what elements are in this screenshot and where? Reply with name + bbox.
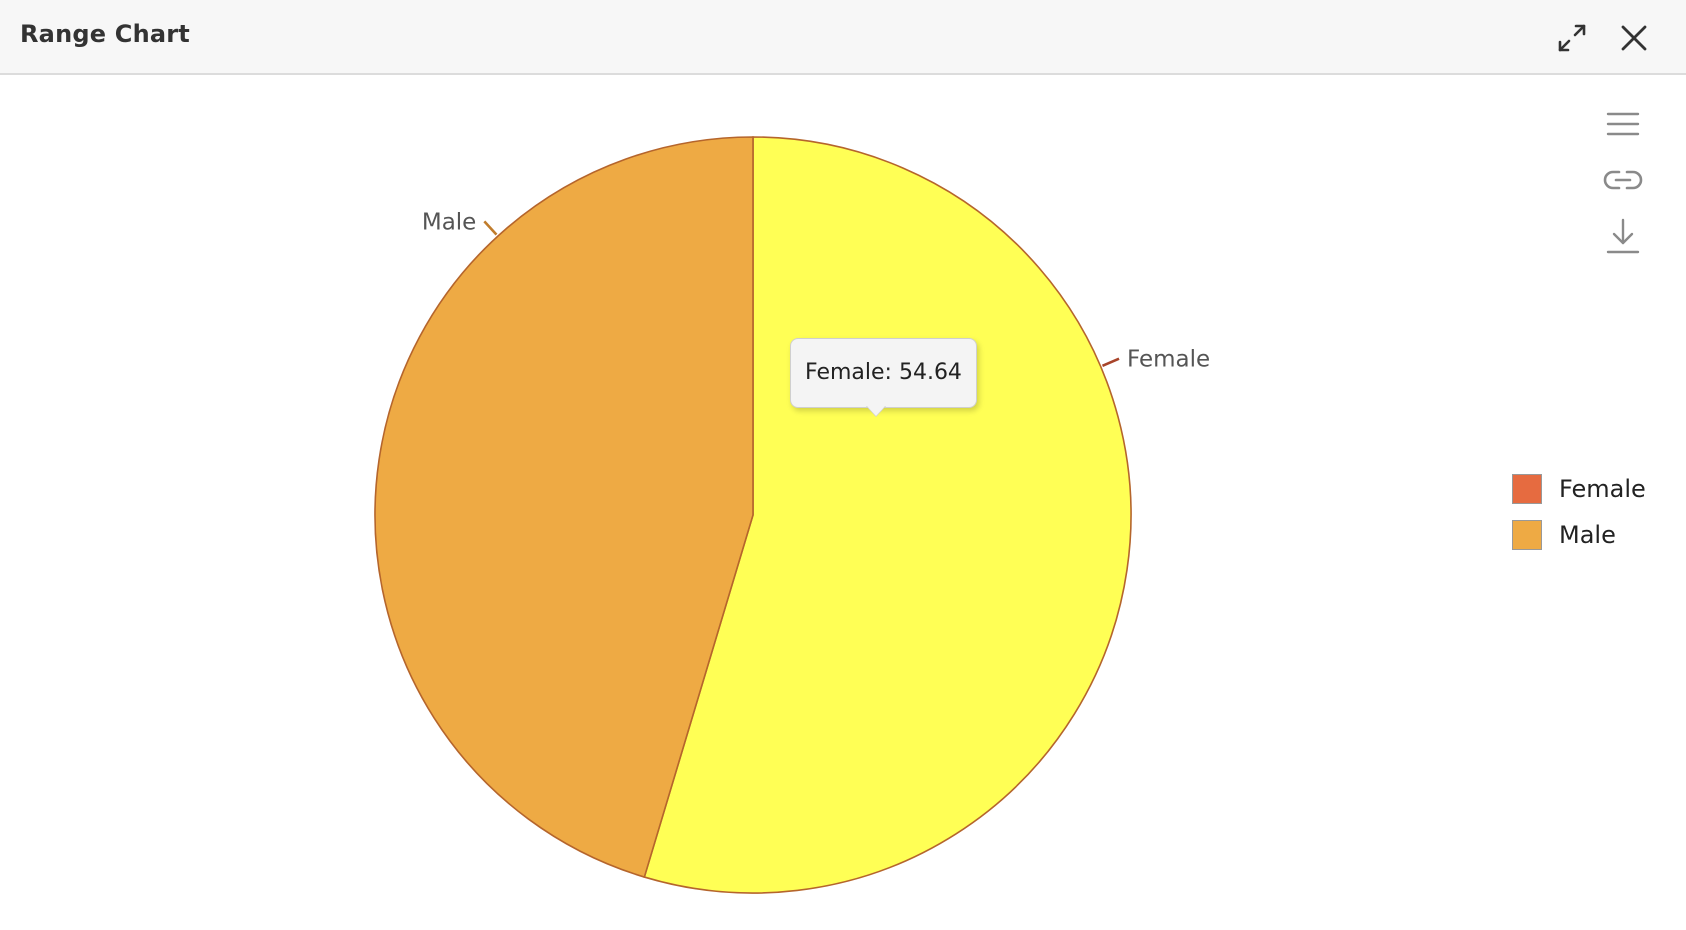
expand-button[interactable] [1552,18,1592,58]
slice-label-female: Female [1127,347,1210,373]
range-chart-window: Range Chart Female Male Female: 54.64 Fe… [0,0,1686,930]
window-header: Range Chart [0,0,1686,75]
expand-icon [1558,24,1586,52]
slice-connector-female [1101,357,1120,367]
page-title: Range Chart [20,20,190,48]
legend-swatch-male [1512,520,1542,550]
slice-connector-male [483,220,498,236]
slice-label-male: Male [422,209,476,235]
legend-label-male: Male [1559,521,1616,549]
pie-chart: Female Male [374,136,1210,894]
close-button[interactable] [1614,18,1654,58]
legend-swatch-female [1512,474,1542,504]
close-icon [1621,25,1647,51]
chart-tooltip: Female: 54.64 [790,338,977,408]
tooltip-arrow [866,405,886,416]
legend-label-female: Female [1559,475,1646,503]
